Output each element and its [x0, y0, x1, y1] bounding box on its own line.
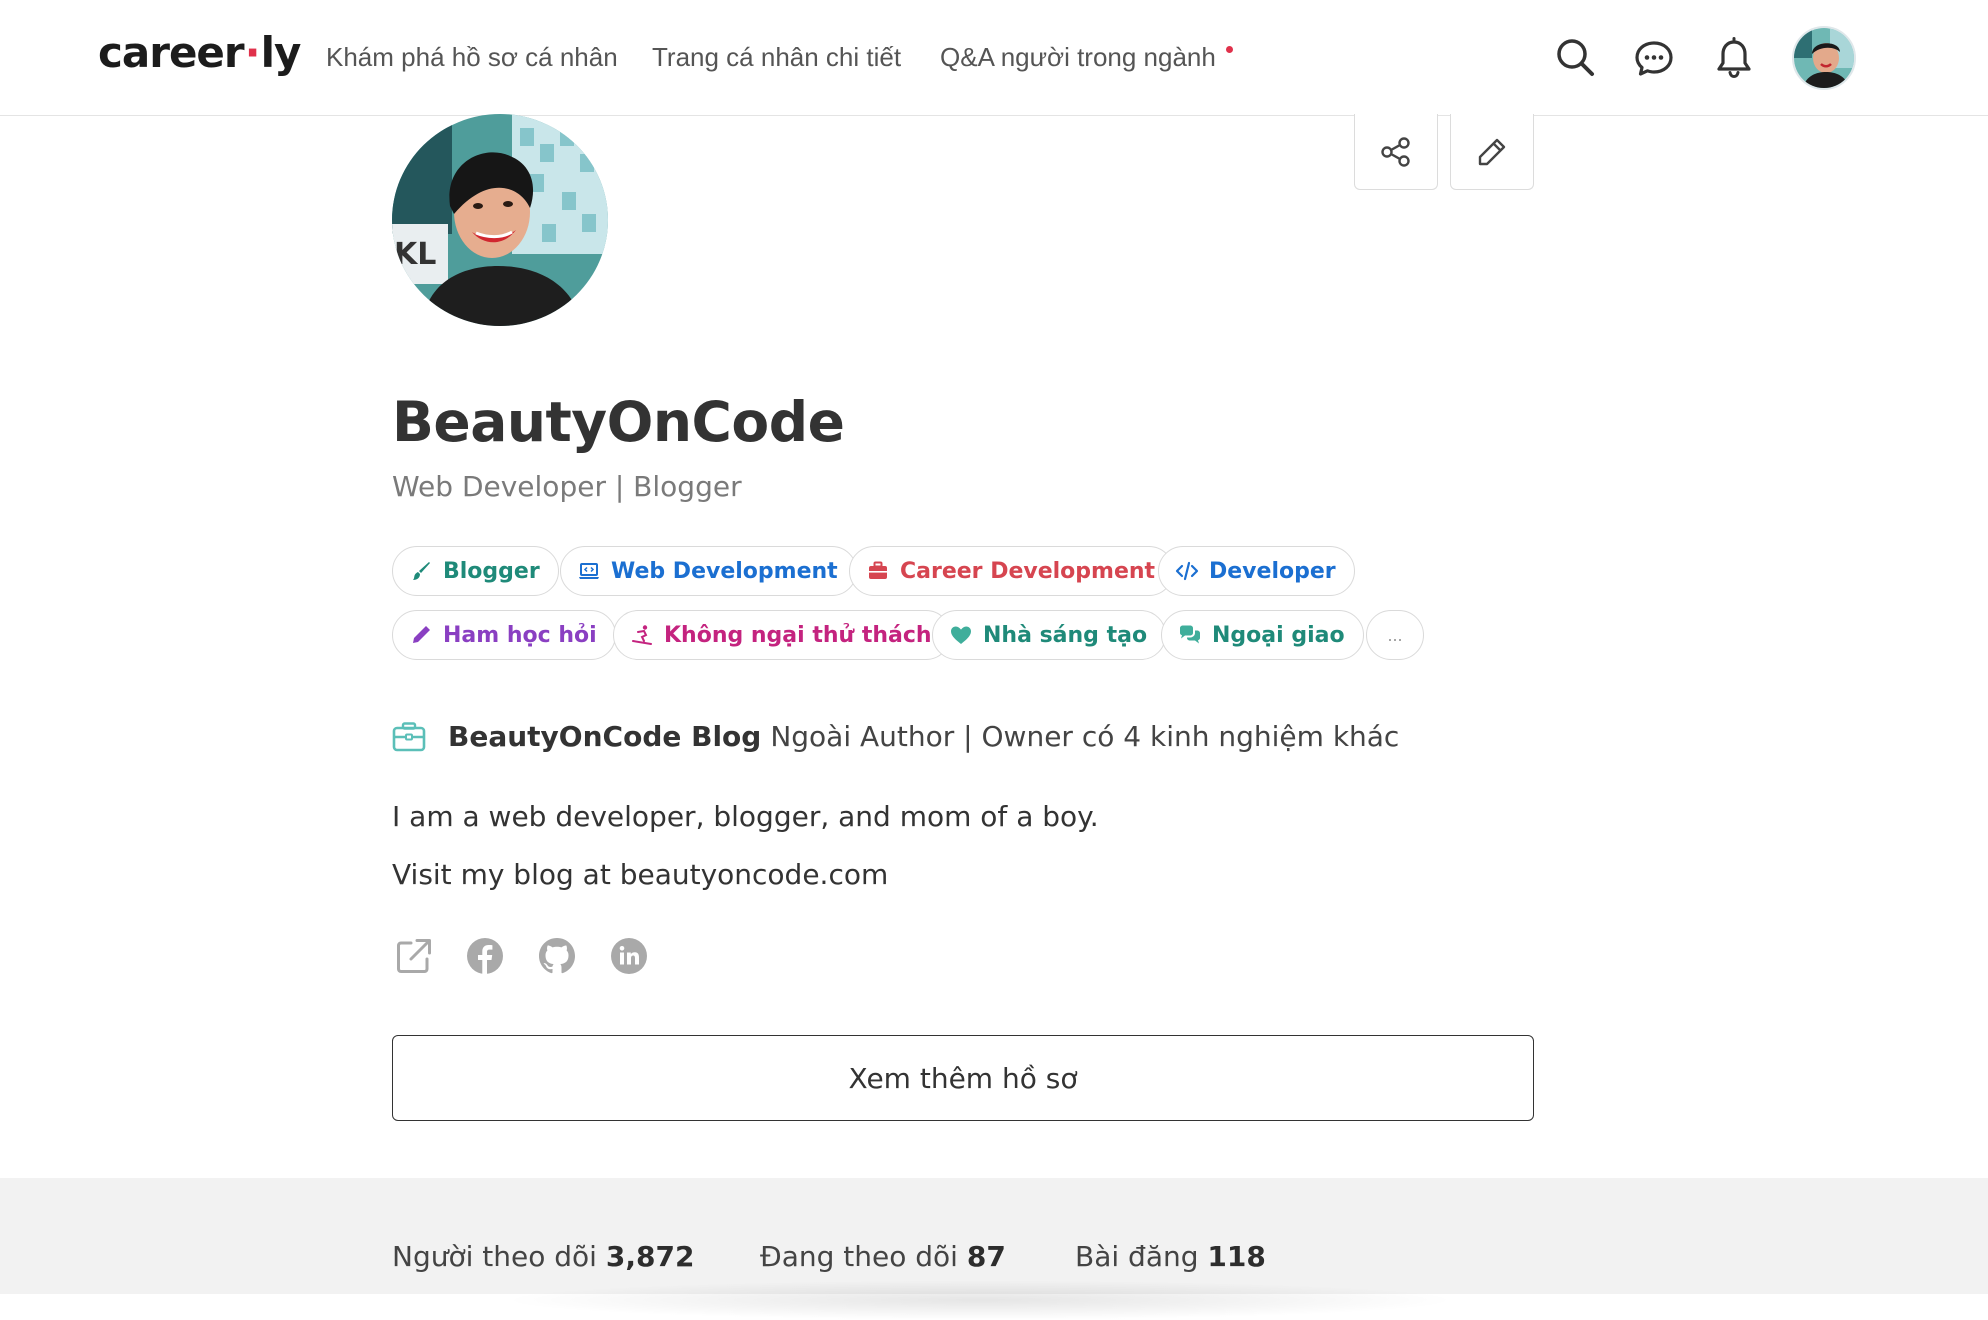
brush-icon: [413, 562, 430, 580]
profile-avatar: KL: [392, 114, 608, 326]
stat-followers[interactable]: Người theo dõi 3,872: [392, 1240, 694, 1273]
heart-icon: [951, 626, 971, 644]
briefcase-icon: [869, 561, 887, 579]
comments-icon: [1180, 625, 1200, 644]
code-icon: [1175, 561, 1199, 581]
svg-text:KL: KL: [394, 237, 436, 272]
stats-card-shadow: [500, 1280, 1460, 1320]
bio-line: I am a web developer, blogger, and mom o…: [392, 800, 1099, 833]
stats-section: [0, 1178, 1988, 1294]
tag-developer[interactable]: Developer: [1158, 546, 1355, 596]
stat-following[interactable]: Đang theo dõi 87: [760, 1240, 1006, 1273]
tag-diplomat[interactable]: Ngoại giao: [1161, 610, 1364, 660]
share-icon: [1381, 136, 1410, 167]
briefcase-outline-icon: [392, 721, 426, 751]
edit-profile-button[interactable]: [1450, 114, 1534, 190]
notifications-icon[interactable]: [1710, 34, 1758, 82]
edit-icon: [1478, 138, 1506, 165]
tag-career-development[interactable]: Career Development: [849, 546, 1175, 596]
laptop-code-icon: [579, 563, 599, 579]
profile-photo: KL: [392, 114, 608, 326]
bio-line: Visit my blog at beautyoncode.com: [392, 858, 889, 891]
top-navbar: career·ly Khám phá hồ sơ cá nhân Trang c…: [0, 0, 1988, 116]
tag-web-development[interactable]: Web Development: [560, 546, 857, 596]
stat-posts[interactable]: Bài đăng 118: [1075, 1240, 1266, 1273]
more-tags-button[interactable]: ...: [1366, 610, 1424, 660]
user-photo: [1794, 28, 1854, 88]
new-indicator-dot: [1226, 46, 1233, 53]
search-icon[interactable]: [1552, 34, 1600, 82]
linkedin-icon[interactable]: [609, 936, 649, 976]
tag-eager-learner[interactable]: Ham học hỏi: [392, 610, 616, 660]
tag-challenge-seeker[interactable]: Không ngại thử thách: [613, 610, 951, 660]
messages-icon[interactable]: [1630, 34, 1678, 82]
snowboarder-icon: [632, 625, 652, 645]
profile-headline: Web Developer | Blogger: [392, 470, 742, 503]
tag-creator[interactable]: Nhà sáng tạo: [932, 610, 1167, 660]
pencil-icon: [413, 626, 430, 643]
careerly-logo[interactable]: career·ly: [98, 28, 301, 77]
nav-explore-profiles[interactable]: Khám phá hồ sơ cá nhân: [326, 42, 618, 73]
experience-detail: Ngoài Author | Owner có 4 kinh nghiệm kh…: [770, 720, 1400, 753]
nav-qa-industry[interactable]: Q&A người trong ngành: [940, 42, 1216, 73]
facebook-icon[interactable]: [465, 936, 505, 976]
tag-blogger[interactable]: Blogger: [392, 546, 559, 596]
profile-name: BeautyOnCode: [392, 390, 845, 454]
github-icon[interactable]: [537, 936, 577, 976]
share-button[interactable]: [1354, 114, 1438, 190]
experience-company[interactable]: BeautyOnCode Blog: [448, 720, 761, 753]
nav-profile-detail[interactable]: Trang cá nhân chi tiết: [652, 42, 901, 73]
user-avatar[interactable]: [1792, 26, 1856, 90]
view-more-profile-button[interactable]: Xem thêm hồ sơ: [392, 1035, 1534, 1121]
external-link-icon[interactable]: [394, 936, 434, 976]
experience-summary: BeautyOnCode Blog Ngoài Author | Owner c…: [392, 720, 1399, 753]
